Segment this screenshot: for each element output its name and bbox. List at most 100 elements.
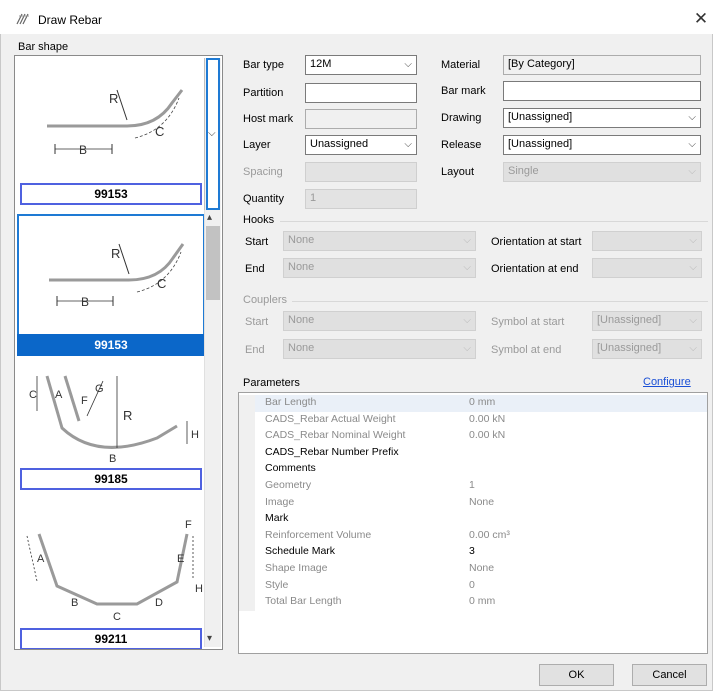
hook-end-select: None ⌵ <box>283 258 476 278</box>
release-select[interactable]: [Unassigned] ⌵ <box>503 135 701 155</box>
param-row[interactable]: Schedule Mark 3 <box>239 544 707 561</box>
scroll-up-icon[interactable]: ▴ <box>207 212 212 223</box>
param-row[interactable]: Image None <box>239 494 707 512</box>
partition-label: Partition <box>243 87 284 99</box>
chevron-down-icon: ⌵ <box>463 343 471 354</box>
scroll-down-icon[interactable]: ▾ <box>207 633 212 644</box>
release-label: Release <box>441 139 482 151</box>
chevron-down-icon: ⌵ <box>463 262 471 273</box>
svg-text:G: G <box>95 383 104 395</box>
partition-field[interactable] <box>305 83 417 103</box>
shape-code-label: 99185 <box>20 468 202 490</box>
drawing-select[interactable]: [Unassigned] ⌵ <box>503 108 701 128</box>
chevron-down-icon: ⌵ <box>463 315 471 326</box>
shape-expand-scroll[interactable]: ⌵ <box>204 58 221 210</box>
bar-mark-field[interactable] <box>503 81 701 101</box>
chevron-down-icon: ⌵ <box>688 139 696 150</box>
chevron-down-icon: ⌵ <box>689 343 697 354</box>
layout-label: Layout <box>441 166 475 178</box>
param-row[interactable]: Geometry 1 <box>239 478 707 495</box>
chevron-down-icon: ⌵ <box>404 139 412 150</box>
bar-shape-group-label: Bar shape <box>18 41 69 53</box>
spacing-field <box>305 162 417 182</box>
shape-99153-figure: R B C <box>49 243 185 309</box>
coupler-start-label: Start <box>245 316 269 328</box>
orientation-start-select: ⌵ <box>592 231 702 251</box>
coupler-start-select: None ⌵ <box>283 311 476 331</box>
shape-99211-figure: A B C D E F H <box>26 519 203 623</box>
param-row[interactable]: Reinforcement Volume 0.00 cm³ <box>239 527 707 545</box>
chevron-down-icon: ⌵ <box>689 315 697 326</box>
shape-item-99153-a[interactable]: R B C 99153 <box>17 58 205 208</box>
param-row[interactable]: CADS_Rebar Number Prefix <box>239 444 707 462</box>
bar-shape-list[interactable]: R B C 99153 R B C 99153 C A F G R H B 99… <box>14 55 223 650</box>
param-row[interactable]: Bar Length 0 mm <box>239 395 707 412</box>
chevron-down-icon: ⌵ <box>208 128 216 139</box>
title-bar <box>0 0 713 34</box>
shape-code-label: 99211 <box>20 628 202 649</box>
ok-button[interactable]: OK <box>539 664 614 686</box>
couplers-divider <box>292 301 708 302</box>
svg-text:E: E <box>177 553 184 565</box>
svg-text:D: D <box>155 597 163 609</box>
shape-dim-label: R <box>111 246 120 261</box>
rebar-icon <box>16 12 32 26</box>
svg-text:F: F <box>185 519 192 531</box>
shape-dim-label: R <box>109 91 118 106</box>
svg-text:R: R <box>123 408 132 423</box>
quantity-field: 1 <box>305 189 417 209</box>
coupler-end-select: None ⌵ <box>283 339 476 359</box>
cancel-button[interactable]: Cancel <box>632 664 707 686</box>
hooks-divider <box>280 221 708 222</box>
bar-type-select[interactable]: 12M ⌵ <box>305 55 417 75</box>
window-title: Draw Rebar <box>38 13 103 27</box>
hook-end-label: End <box>245 263 265 275</box>
svg-text:C: C <box>29 389 37 401</box>
symbol-start-label: Symbol at start <box>491 316 565 328</box>
close-icon[interactable]: ✕ <box>690 8 712 30</box>
shape-item-99153-selected[interactable]: R B C 99153 <box>17 214 205 356</box>
orientation-end-label: Orientation at end <box>491 263 579 275</box>
param-row[interactable]: Total Bar Length 0 mm <box>239 594 707 611</box>
layout-select: Single ⌵ <box>503 162 701 182</box>
param-row[interactable]: Style 0 <box>239 577 707 595</box>
param-row[interactable]: Mark <box>239 511 707 528</box>
chevron-down-icon: ⌵ <box>688 112 696 123</box>
chevron-down-icon: ⌵ <box>689 235 697 246</box>
chevron-down-icon: ⌵ <box>463 235 471 246</box>
bar-mark-label: Bar mark <box>441 85 486 97</box>
svg-text:H: H <box>191 429 199 441</box>
svg-text:A: A <box>37 553 45 565</box>
chevron-down-icon: ⌵ <box>404 59 412 70</box>
configure-link[interactable]: Configure <box>643 376 691 388</box>
param-row[interactable]: Comments <box>239 461 707 478</box>
couplers-group-title: Couplers <box>243 294 288 306</box>
material-field: [By Category] <box>503 55 701 75</box>
bar-type-label: Bar type <box>243 59 284 71</box>
svg-text:A: A <box>55 389 63 401</box>
svg-text:B: B <box>71 597 78 609</box>
shape-item-99211[interactable]: A B C D E F H 99211 <box>17 516 205 649</box>
quantity-label: Quantity <box>243 193 284 205</box>
parameters-grid[interactable]: Bar Length 0 mm CADS_Rebar Actual Weight 0… <box>238 392 708 654</box>
symbol-end-label: Symbol at end <box>491 344 562 356</box>
hook-start-select: None ⌵ <box>283 231 476 251</box>
param-row[interactable]: CADS_Rebar Nominal Weight 0.00 kN <box>239 428 707 445</box>
shape-code-label: 99153 <box>20 183 202 205</box>
shape-dim-label: C <box>155 124 164 139</box>
shape-dim-label: C <box>157 276 166 291</box>
shape-dim-label: B <box>79 143 87 157</box>
svg-text:B: B <box>109 453 116 465</box>
shape-dim-label: B <box>81 295 89 309</box>
shape-item-99185[interactable]: C A F G R H B 99185 <box>17 366 205 506</box>
svg-text:F: F <box>81 395 88 407</box>
host-mark-label: Host mark <box>243 113 294 125</box>
parameters-group-title: Parameters <box>243 377 300 389</box>
spacing-label: Spacing <box>243 166 283 178</box>
param-row[interactable]: CADS_Rebar Actual Weight 0.00 kN <box>239 411 707 429</box>
chevron-down-icon: ⌵ <box>689 262 697 273</box>
shape-list-scroll-thumb[interactable] <box>206 226 220 300</box>
param-row[interactable]: Shape Image None <box>239 561 707 578</box>
shape-code-label: 99153 <box>17 334 205 356</box>
layer-select[interactable]: Unassigned ⌵ <box>305 135 417 155</box>
